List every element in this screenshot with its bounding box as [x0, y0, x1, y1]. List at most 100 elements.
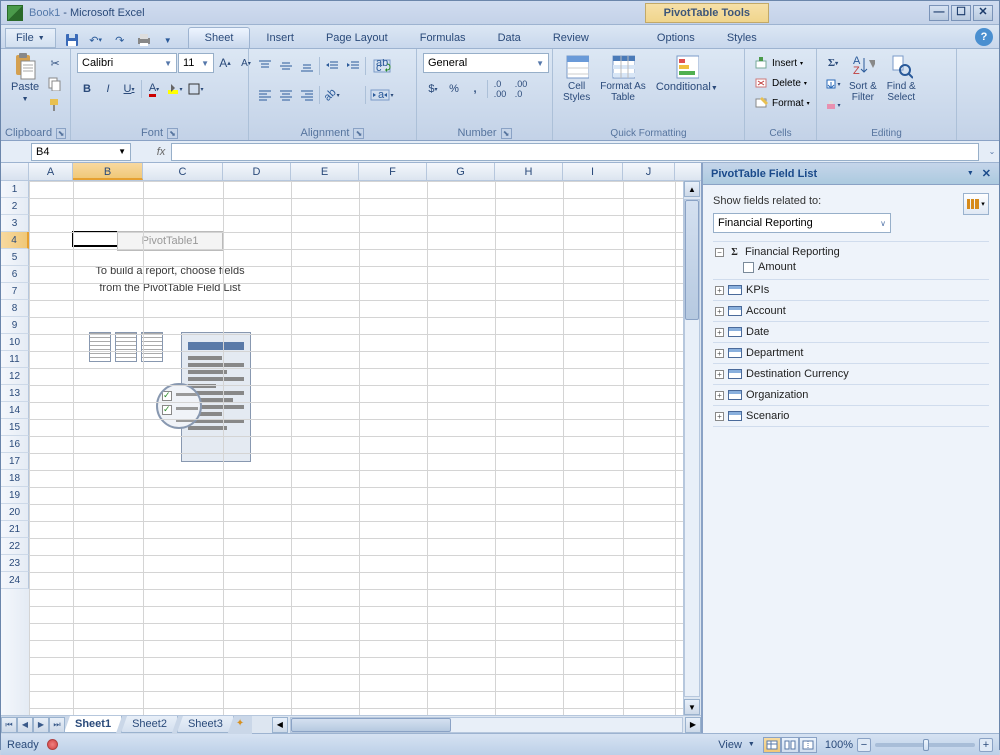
tab-formulas[interactable]: Formulas: [404, 28, 482, 48]
row-header[interactable]: 6: [1, 266, 29, 283]
column-header[interactable]: H: [495, 163, 563, 180]
next-sheet-icon[interactable]: ▶: [33, 717, 49, 733]
orientation-icon[interactable]: ab▾: [322, 85, 342, 105]
measure-group[interactable]: −ΣFinancial Reporting Amount: [713, 242, 989, 280]
row-header[interactable]: 8: [1, 300, 29, 317]
italic-button[interactable]: I: [98, 79, 118, 99]
row-header[interactable]: 12: [1, 368, 29, 385]
fill-color-button[interactable]: ▾: [165, 79, 185, 99]
select-all-corner[interactable]: [1, 163, 29, 181]
checkbox[interactable]: [743, 262, 754, 273]
align-left-icon[interactable]: [255, 85, 275, 105]
cells-grid[interactable]: PivotTable1 To build a report, choose fi…: [29, 181, 683, 715]
expand-icon[interactable]: +: [715, 370, 724, 379]
horizontal-scrollbar[interactable]: [290, 717, 683, 733]
name-box[interactable]: B4▼: [31, 143, 131, 161]
row-header[interactable]: 23: [1, 555, 29, 572]
column-header[interactable]: E: [291, 163, 359, 180]
font-size-select[interactable]: 11▼: [178, 53, 214, 73]
file-menu[interactable]: File▼: [5, 28, 56, 48]
row-header[interactable]: 16: [1, 436, 29, 453]
field-table[interactable]: +Date: [713, 322, 989, 343]
percent-button[interactable]: %: [444, 79, 464, 99]
row-header[interactable]: 22: [1, 538, 29, 555]
delete-cells-button[interactable]: Delete▾: [751, 73, 807, 93]
restore-button[interactable]: ☐: [951, 5, 971, 21]
cell-styles-button[interactable]: Cell Styles: [559, 53, 594, 105]
field-table[interactable]: +KPIs: [713, 280, 989, 301]
scroll-up-icon[interactable]: ▲: [684, 181, 700, 197]
sheet-tab-1[interactable]: Sheet1: [64, 716, 122, 733]
insert-cells-button[interactable]: Insert▾: [751, 53, 803, 73]
comma-button[interactable]: ,: [465, 79, 485, 99]
border-button[interactable]: ▾: [186, 79, 206, 99]
merge-center-icon[interactable]: a▾: [368, 85, 396, 105]
scroll-right-icon[interactable]: ▶: [685, 717, 701, 733]
tab-review[interactable]: Review: [537, 28, 605, 48]
column-header[interactable]: C: [143, 163, 223, 180]
column-header[interactable]: G: [427, 163, 495, 180]
expand-icon[interactable]: +: [715, 391, 724, 400]
row-header[interactable]: 5: [1, 249, 29, 266]
font-color-button[interactable]: A▾: [144, 79, 164, 99]
expand-icon[interactable]: +: [715, 328, 724, 337]
row-header[interactable]: 2: [1, 198, 29, 215]
decrease-indent-icon[interactable]: [322, 56, 342, 76]
zoom-slider[interactable]: [875, 743, 975, 747]
align-right-icon[interactable]: [297, 85, 317, 105]
clipboard-launcher-icon[interactable]: ⬊: [56, 128, 66, 139]
tab-insert[interactable]: Insert: [250, 28, 310, 48]
tab-data[interactable]: Data: [482, 28, 537, 48]
pane-menu-icon[interactable]: ▼: [967, 170, 974, 177]
close-button[interactable]: ✕: [973, 5, 993, 21]
zoom-in-button[interactable]: +: [979, 738, 993, 752]
format-cells-button[interactable]: Format▾: [751, 93, 810, 113]
increase-indent-icon[interactable]: [343, 56, 363, 76]
collapse-icon[interactable]: −: [715, 248, 724, 257]
font-launcher-icon[interactable]: ⬊: [167, 128, 178, 139]
row-header[interactable]: 3: [1, 215, 29, 232]
clear-icon[interactable]: ▾: [823, 95, 843, 115]
row-header[interactable]: 18: [1, 470, 29, 487]
expand-icon[interactable]: +: [715, 307, 724, 316]
field-list-layout-button[interactable]: ▾: [963, 193, 989, 215]
tab-page-layout[interactable]: Page Layout: [310, 28, 404, 48]
decrease-decimal-icon[interactable]: .00.0: [511, 79, 531, 99]
normal-view-icon[interactable]: [763, 737, 781, 753]
prev-sheet-icon[interactable]: ◀: [17, 717, 33, 733]
font-name-select[interactable]: Calibri▼: [77, 53, 177, 73]
autosum-icon[interactable]: Σ▾: [823, 53, 843, 73]
row-header[interactable]: 20: [1, 504, 29, 521]
formula-input[interactable]: [171, 143, 979, 161]
column-header[interactable]: B: [73, 163, 143, 180]
print-icon[interactable]: [136, 32, 152, 48]
copy-icon[interactable]: [45, 74, 65, 94]
row-header[interactable]: 13: [1, 385, 29, 402]
row-header[interactable]: 24: [1, 572, 29, 589]
view-menu-icon[interactable]: ▼: [748, 741, 755, 748]
column-header[interactable]: F: [359, 163, 427, 180]
field-table[interactable]: +Organization: [713, 385, 989, 406]
sheet-tab-3[interactable]: Sheet3: [177, 716, 234, 733]
column-header[interactable]: D: [223, 163, 291, 180]
last-sheet-icon[interactable]: ⏭: [49, 717, 65, 733]
scroll-left-icon[interactable]: ◀: [272, 717, 288, 733]
expand-formula-bar-icon[interactable]: ⌄: [985, 147, 999, 156]
column-header[interactable]: I: [563, 163, 623, 180]
row-header[interactable]: 19: [1, 487, 29, 504]
align-bottom-icon[interactable]: [297, 56, 317, 76]
pane-close-icon[interactable]: ✕: [982, 167, 991, 180]
show-fields-select[interactable]: Financial Reporting∨: [713, 213, 891, 233]
save-icon[interactable]: [64, 32, 80, 48]
column-header[interactable]: J: [623, 163, 675, 180]
expand-icon[interactable]: +: [715, 349, 724, 358]
wrap-text-icon[interactable]: abc: [368, 56, 396, 76]
expand-icon[interactable]: +: [715, 286, 724, 295]
currency-button[interactable]: $▾: [423, 79, 443, 99]
increase-decimal-icon[interactable]: .0.00: [490, 79, 510, 99]
page-break-view-icon[interactable]: [799, 737, 817, 753]
align-top-icon[interactable]: [255, 56, 275, 76]
bold-button[interactable]: B: [77, 79, 97, 99]
row-header[interactable]: 10: [1, 334, 29, 351]
measure-amount[interactable]: Amount: [715, 258, 987, 275]
